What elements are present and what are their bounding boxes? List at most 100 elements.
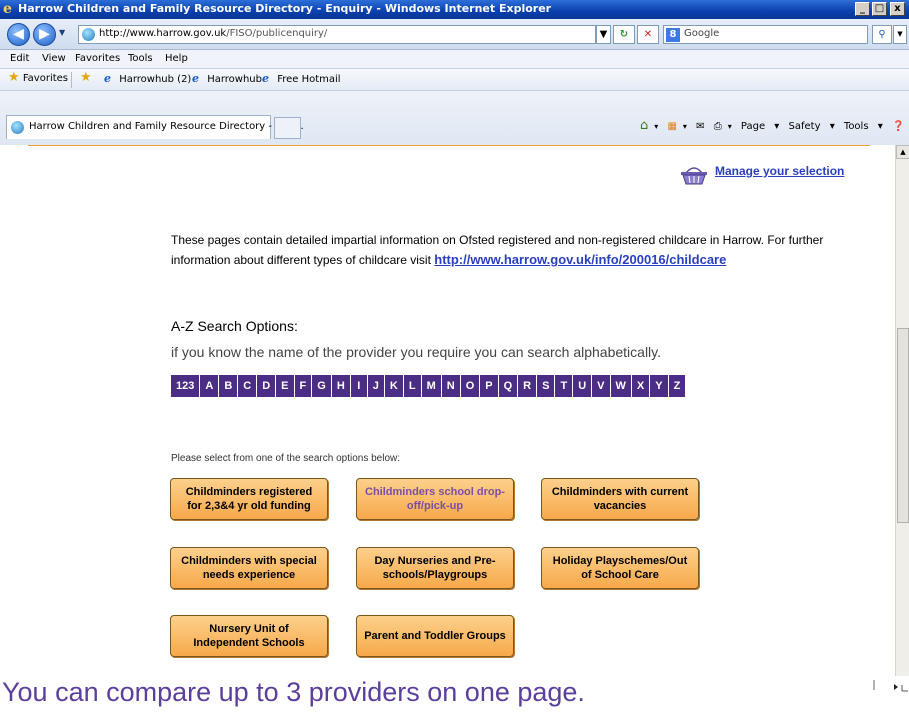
menu-help[interactable]: Help bbox=[165, 53, 188, 64]
az-letter-t[interactable]: T bbox=[555, 375, 574, 397]
az-letter-b[interactable]: B bbox=[219, 375, 239, 397]
az-letter-w[interactable]: W bbox=[610, 375, 632, 397]
favorites-button[interactable]: ★ Favorites bbox=[8, 70, 68, 85]
header-frame-border bbox=[28, 145, 870, 146]
search-options-dropdown[interactable]: ▼ bbox=[893, 25, 907, 44]
close-window-button[interactable]: x bbox=[890, 2, 905, 16]
az-letter-a[interactable]: A bbox=[200, 375, 220, 397]
feeds-icon[interactable]: ▦ bbox=[667, 121, 676, 132]
new-tab-button[interactable] bbox=[274, 117, 301, 139]
page-globe-icon bbox=[11, 121, 24, 134]
az-letter-k[interactable]: K bbox=[384, 375, 404, 397]
az-letter-l[interactable]: L bbox=[403, 375, 422, 397]
option-childminders-funding[interactable]: Childminders registered for 2,3&4 yr old… bbox=[170, 478, 328, 520]
help-icon[interactable]: ❓ bbox=[892, 121, 904, 132]
ie-page-icon: e bbox=[262, 72, 269, 85]
scroll-up-arrow-icon[interactable]: ▲ bbox=[896, 145, 909, 159]
ie-logo-icon: e bbox=[3, 1, 12, 17]
menu-bar: Edit View Favorites Tools Help bbox=[0, 50, 909, 69]
intro-paragraph: These pages contain detailed impartial i… bbox=[171, 231, 861, 270]
refresh-icon[interactable]: ↻ bbox=[613, 25, 635, 44]
star-icon: ★ bbox=[8, 70, 20, 85]
tab-label: Harrow Children and Family Resource Dire… bbox=[29, 121, 304, 132]
az-letter-g[interactable]: G bbox=[312, 375, 332, 397]
az-letter-bar: 123 A B C D E F G H I J K L M N O P Q R … bbox=[171, 375, 687, 397]
mail-icon[interactable]: ✉ bbox=[696, 121, 704, 132]
manage-selection-link[interactable]: Manage your selection bbox=[715, 164, 844, 178]
az-letter-i[interactable]: I bbox=[350, 375, 368, 397]
ie-page-icon: e bbox=[104, 72, 111, 85]
home-icon[interactable]: ⌂ bbox=[640, 118, 648, 133]
vertical-scrollbar[interactable]: ▲ ▼ bbox=[895, 145, 909, 690]
menu-favorites[interactable]: Favorites bbox=[75, 53, 120, 64]
az-letter-r[interactable]: R bbox=[518, 375, 538, 397]
caption-text: You can compare up to 3 providers on one… bbox=[2, 677, 585, 707]
az-letter-z[interactable]: Z bbox=[668, 375, 687, 397]
az-letter-v[interactable]: V bbox=[592, 375, 611, 397]
command-bar: ⌂▾ ▦▾ ✉ ⎙▾ Page ▾ Safety ▾ Tools ▾ ❓ » bbox=[640, 118, 905, 133]
favorites-divider bbox=[71, 72, 72, 88]
google-icon: 8 bbox=[666, 28, 680, 42]
childcare-info-link[interactable]: http://www.harrow.gov.uk/info/200016/chi… bbox=[434, 252, 726, 267]
az-letter-e[interactable]: E bbox=[276, 375, 295, 397]
search-placeholder: Google bbox=[684, 28, 720, 39]
maximize-button[interactable]: □ bbox=[872, 2, 887, 16]
page-menu-button[interactable]: Page ▾ bbox=[741, 121, 779, 132]
forward-button[interactable]: ▶ bbox=[33, 23, 56, 46]
favorite-link-harrowhub-2[interactable]: e Harrowhub (2) bbox=[104, 72, 191, 86]
az-letter-o[interactable]: O bbox=[460, 375, 481, 397]
add-to-favorites-icon[interactable]: ★ bbox=[80, 71, 92, 84]
address-url: http://www.harrow.gov.uk/FISO/publicenqu… bbox=[99, 28, 328, 39]
basket-icon bbox=[681, 167, 707, 185]
option-childminders-special-needs[interactable]: Childminders with special needs experien… bbox=[170, 547, 328, 589]
favorite-link-harrowhub[interactable]: e Harrowhub bbox=[192, 72, 262, 86]
back-button[interactable]: ◀ bbox=[7, 23, 30, 46]
option-nursery-unit[interactable]: Nursery Unit of Independent Schools bbox=[170, 615, 328, 657]
az-letter-f[interactable]: F bbox=[294, 375, 313, 397]
az-heading: A-Z Search Options: bbox=[171, 318, 298, 334]
safety-menu-button[interactable]: Safety ▾ bbox=[789, 121, 835, 132]
favorites-bar: ★ Favorites ★ e Harrowhub (2) e Harrowhu… bbox=[0, 69, 909, 91]
favorite-link-free-hotmail[interactable]: e Free Hotmail bbox=[262, 72, 341, 86]
menu-edit[interactable]: Edit bbox=[10, 53, 29, 64]
search-icon[interactable]: ⚲ bbox=[872, 25, 892, 44]
option-holiday-playschemes[interactable]: Holiday Playschemes/Out of School Care bbox=[541, 547, 699, 589]
az-letter-h[interactable]: H bbox=[331, 375, 351, 397]
address-toolbar: ◀ ▶ ▼ http://www.harrow.gov.uk/FISO/publ… bbox=[0, 19, 909, 50]
caption-bar: You can compare up to 3 providers on one… bbox=[0, 676, 909, 714]
az-letter-m[interactable]: M bbox=[421, 375, 442, 397]
option-parent-toddler[interactable]: Parent and Toddler Groups bbox=[356, 615, 514, 657]
menu-tools[interactable]: Tools bbox=[128, 53, 153, 64]
az-letter-y[interactable]: Y bbox=[650, 375, 669, 397]
az-letter-x[interactable]: X bbox=[631, 375, 651, 397]
scrollbar-thumb[interactable] bbox=[897, 328, 909, 523]
stop-icon[interactable]: ✕ bbox=[637, 25, 659, 44]
option-childminders-vacancies[interactable]: Childminders with current vacancies bbox=[541, 478, 699, 520]
print-icon[interactable]: ⎙ bbox=[714, 121, 722, 132]
tab-harrow-directory[interactable]: Harrow Children and Family Resource Dire… bbox=[6, 115, 304, 139]
az-letter-j[interactable]: J bbox=[367, 375, 385, 397]
tab-bar: Harrow Children and Family Resource Dire… bbox=[0, 91, 909, 145]
option-childminders-drop-off[interactable]: Childminders school drop-off/pick-up bbox=[356, 478, 514, 520]
az-letter-p[interactable]: P bbox=[480, 375, 499, 397]
tools-menu-button[interactable]: Tools ▾ bbox=[844, 121, 883, 132]
window-title-bar: e Harrow Children and Family Resource Di… bbox=[0, 0, 909, 19]
az-letter-d[interactable]: D bbox=[257, 375, 277, 397]
search-input[interactable]: 8 Google bbox=[663, 25, 868, 44]
az-letter-q[interactable]: Q bbox=[498, 375, 519, 397]
menu-view[interactable]: View bbox=[42, 53, 66, 64]
option-day-nurseries[interactable]: Day Nurseries and Pre-schools/Playgroups bbox=[356, 547, 514, 589]
page-content: Manage your selection These pages contai… bbox=[0, 145, 895, 690]
minimize-button[interactable]: _ bbox=[855, 2, 870, 16]
az-letter-s[interactable]: S bbox=[537, 375, 556, 397]
az-letter-123[interactable]: 123 bbox=[171, 375, 201, 397]
ie-page-icon: e bbox=[192, 72, 199, 85]
az-letter-n[interactable]: N bbox=[441, 375, 461, 397]
az-letter-u[interactable]: U bbox=[573, 375, 593, 397]
search-options-label: Please select from one of the search opt… bbox=[171, 453, 401, 464]
address-field[interactable]: http://www.harrow.gov.uk/FISO/publicenqu… bbox=[78, 25, 596, 44]
address-dropdown-button[interactable]: ▼ bbox=[596, 25, 611, 44]
az-letter-c[interactable]: C bbox=[238, 375, 258, 397]
manage-selection[interactable]: Manage your selection bbox=[680, 161, 860, 191]
history-dropdown-icon[interactable]: ▼ bbox=[59, 28, 65, 37]
